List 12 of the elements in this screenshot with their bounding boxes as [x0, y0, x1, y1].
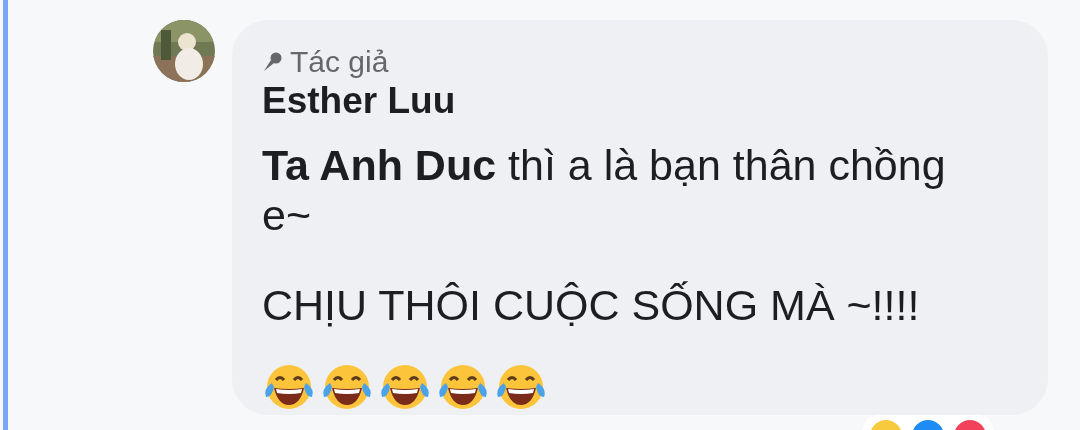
laughing-tears-face-icon	[262, 363, 316, 411]
microphone-icon	[262, 51, 282, 73]
author-label: Tác giả	[290, 44, 389, 80]
laughing-tears-face-icon	[378, 363, 432, 411]
comment-text: Ta Anh Duc thì a là bạn thân chồng e~	[262, 140, 947, 240]
reaction-icon[interactable]	[911, 419, 945, 430]
laughing-tears-face-icon	[494, 363, 548, 411]
laughing-tears-face-icon	[320, 363, 374, 411]
author-name[interactable]: Esther Luu	[262, 80, 1018, 122]
laughing-tears-face-icon	[436, 363, 490, 411]
comment-text: CHỊU THÔI CUỘC SỐNG MÀ ~!!!!	[262, 280, 921, 330]
reaction-icon[interactable]	[953, 419, 987, 430]
